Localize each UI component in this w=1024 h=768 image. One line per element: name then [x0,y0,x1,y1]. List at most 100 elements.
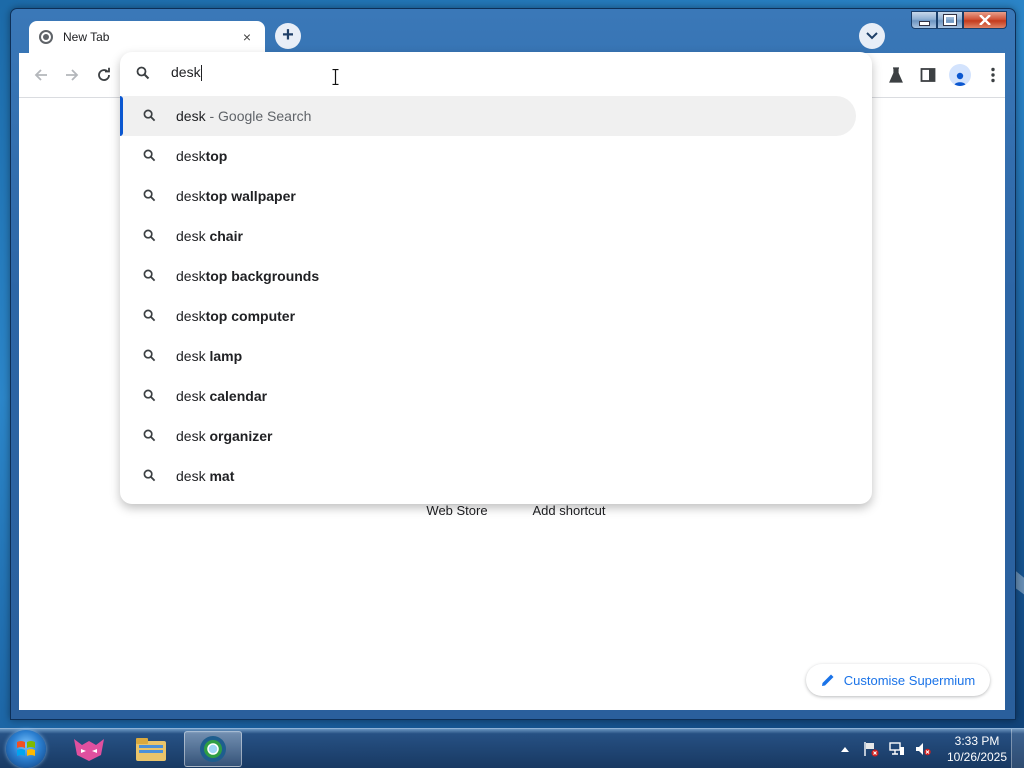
pencil-icon [821,674,834,686]
tab-close-button[interactable]: × [239,29,255,45]
suggestion-item[interactable]: desktop [120,136,856,176]
suggestion-item[interactable]: desktop computer [120,296,856,336]
suggestion-prefix: desk [176,148,206,164]
suggestion-item[interactable]: desk calendar [120,376,856,416]
window-caption-buttons [911,11,1007,30]
suggestion-suffix: lamp [209,348,243,364]
suggestion-item[interactable]: desktop wallpaper [120,176,856,216]
back-arrow-icon [34,69,47,81]
suggestion-prefix: desk [176,268,206,284]
chevron-up-icon [841,747,849,752]
search-icon [143,229,156,245]
start-button[interactable] [6,730,46,768]
forward-arrow-icon [66,69,79,81]
suggestion-prefix: desk [176,348,210,364]
suggestion-item[interactable]: desk mat [120,456,856,496]
volume-muted-icon [916,743,931,756]
customise-label: Customise Supermium [843,672,976,688]
suggestion-text: desk - Google Search [176,108,311,124]
volume-button[interactable] [914,741,932,757]
chrome-favicon-icon [39,30,53,44]
search-icon [143,429,156,445]
suggestion-suffix: mat [209,468,235,484]
suggestion-suffix: top [205,148,228,164]
tray-expand-button[interactable] [836,741,854,757]
profile-button[interactable] [949,64,971,86]
taskbar-clock[interactable]: 3:33 PM 10/26/2025 [944,733,1010,765]
chevron-down-icon [866,32,878,40]
text-caret [200,65,202,82]
suggestion-item[interactable]: desk - Google Search [120,96,856,136]
tab-search-button[interactable] [859,23,885,49]
omnibox-input[interactable]: desk [171,64,771,82]
clock-date: 10/26/2025 [946,750,1008,764]
forward-button[interactable] [60,63,84,87]
suggestion-item[interactable]: desk chair [120,216,856,256]
reload-icon [98,67,110,81]
suggestion-item[interactable]: desk lamp [120,336,856,376]
close-icon [979,15,991,25]
omnibox-query: desk [171,64,201,80]
suggestion-suffix: organizer [209,428,273,444]
search-icon [143,109,156,125]
omnibox-input-row: desk [120,52,872,96]
suggestion-text: desk lamp [176,348,242,364]
action-center-button[interactable] [862,741,880,757]
search-icon [143,149,156,165]
suggestion-item[interactable]: desktop backgrounds [120,256,856,296]
suggestion-text: desktop computer [176,308,295,324]
shortcut-web-store[interactable]: Web Store [402,503,512,518]
search-icon [143,309,156,325]
avatar [949,64,971,86]
flag-error-icon [864,742,879,757]
suggestion-text: desktop wallpaper [176,188,296,204]
reload-button[interactable] [92,63,116,87]
flask-icon [889,67,903,83]
new-tab-button[interactable]: + [275,23,301,49]
taskbar-app-explorer[interactable] [122,731,180,767]
ibeam-cursor-icon [332,69,339,85]
suggestion-suffix: calendar [209,388,268,404]
taskbar-app-browser[interactable] [184,731,242,767]
show-desktop-button[interactable] [1011,729,1024,768]
suggestion-prefix: desk [176,228,210,244]
minimize-button[interactable] [911,11,937,29]
search-icon [143,269,156,285]
clock-time: 3:33 PM [954,734,1000,748]
minimize-icon [918,20,930,26]
labs-button[interactable] [885,64,907,86]
search-icon [136,66,150,85]
folder-icon [136,738,166,761]
side-panel-icon [920,68,936,82]
tab-title: New Tab [63,30,110,44]
close-window-button[interactable] [963,11,1007,29]
back-button[interactable] [29,63,53,87]
maximize-button[interactable] [937,11,963,29]
suggestion-suffix: top backgrounds [205,268,320,284]
suggestion-suffix: top wallpaper [205,188,296,204]
suggestion-item[interactable]: desk organizer [120,416,856,456]
customise-button[interactable]: Customise Supermium [806,664,990,696]
network-button[interactable] [888,741,906,757]
suggestion-suffix: top computer [205,308,296,324]
person-icon [954,72,966,86]
suggestion-text: desk organizer [176,428,272,444]
menu-button[interactable] [982,64,1004,86]
kebab-menu-icon [991,67,995,83]
suggestion-prefix: desk [176,428,210,444]
suggestion-prefix: desk [176,468,210,484]
search-icon [143,349,156,365]
system-tray: 3:33 PM 10/26/2025 [836,729,1010,768]
side-panel-button[interactable] [917,64,939,86]
tab-new-tab[interactable]: New Tab × [29,21,265,53]
suggestion-text: desktop [176,148,227,164]
suggestion-prefix: desk [176,388,210,404]
cat-app-icon [74,739,104,761]
browser-app-icon [200,736,226,762]
taskbar-app-pink[interactable] [60,731,118,767]
shortcut-add[interactable]: Add shortcut [514,503,624,518]
suggestion-prefix: desk [176,188,206,204]
search-icon [143,469,156,485]
suggestion-text: desk calendar [176,388,267,404]
taskbar: 3:33 PM 10/26/2025 [0,728,1024,768]
